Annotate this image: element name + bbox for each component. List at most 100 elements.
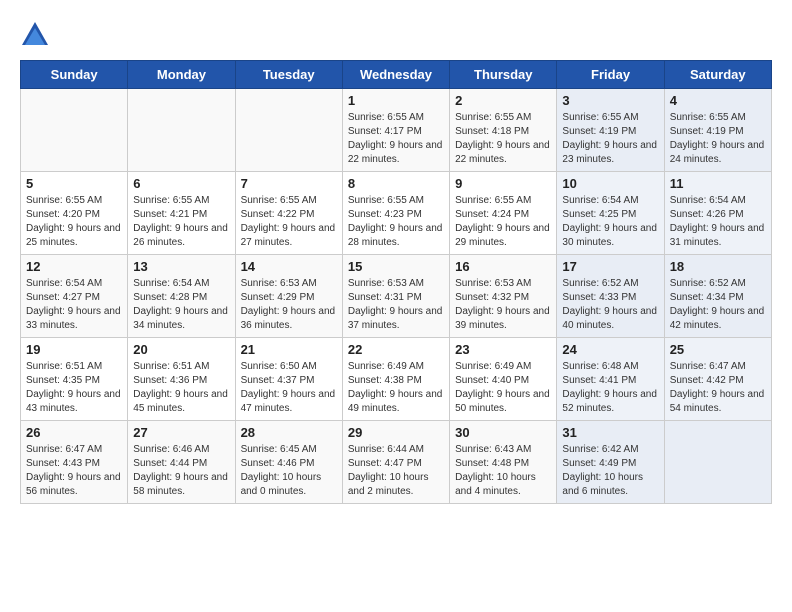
day-info: Sunrise: 6:49 AM Sunset: 4:38 PM Dayligh…	[348, 360, 444, 416]
calendar-cell: 17 Sunrise: 6:52 AM Sunset: 4:33 PM Dayli…	[557, 255, 664, 338]
day-number: 18	[670, 259, 766, 274]
calendar-table: SundayMondayTuesdayWednesdayThursdayFrid…	[20, 60, 772, 504]
day-info: Sunrise: 6:53 AM Sunset: 4:32 PM Dayligh…	[455, 277, 551, 333]
day-info: Sunrise: 6:50 AM Sunset: 4:37 PM Dayligh…	[241, 360, 337, 416]
day-info: Sunrise: 6:55 AM Sunset: 4:23 PM Dayligh…	[348, 194, 444, 250]
calendar-cell: 20 Sunrise: 6:51 AM Sunset: 4:36 PM Dayli…	[128, 338, 235, 421]
calendar-cell: 24 Sunrise: 6:48 AM Sunset: 4:41 PM Dayli…	[557, 338, 664, 421]
calendar-week-row: 19Sunrise: 6:51 AM Sunset: 4:35 PM Dayli…	[21, 338, 772, 421]
day-info: Sunrise: 6:46 AM Sunset: 4:44 PM Dayligh…	[133, 443, 229, 499]
day-info: Sunrise: 6:54 AM Sunset: 4:28 PM Dayligh…	[133, 277, 229, 333]
day-number: 14	[241, 259, 337, 274]
calendar-cell	[21, 89, 128, 172]
day-number: 20	[133, 342, 229, 357]
day-info: Sunrise: 6:44 AM Sunset: 4:47 PM Dayligh…	[348, 443, 444, 499]
day-number: 25	[670, 342, 766, 357]
day-number: 5	[26, 176, 122, 191]
weekday-header-row: SundayMondayTuesdayWednesdayThursdayFrid…	[21, 61, 772, 89]
day-number: 11	[670, 176, 766, 191]
day-number: 15	[348, 259, 444, 274]
day-number: 31	[562, 425, 658, 440]
calendar-cell: 25 Sunrise: 6:47 AM Sunset: 4:42 PM Dayli…	[664, 338, 771, 421]
calendar-cell: 22 Sunrise: 6:49 AM Sunset: 4:38 PM Dayli…	[342, 338, 449, 421]
weekday-header-wednesday: Wednesday	[342, 61, 449, 89]
calendar-cell: 11 Sunrise: 6:54 AM Sunset: 4:26 PM Dayli…	[664, 172, 771, 255]
calendar-cell: 29 Sunrise: 6:44 AM Sunset: 4:47 PM Dayli…	[342, 421, 449, 504]
calendar-cell: 7 Sunrise: 6:55 AM Sunset: 4:22 PM Daylig…	[235, 172, 342, 255]
day-number: 8	[348, 176, 444, 191]
calendar-cell: 9 Sunrise: 6:55 AM Sunset: 4:24 PM Daylig…	[450, 172, 557, 255]
calendar-cell: 6 Sunrise: 6:55 AM Sunset: 4:21 PM Daylig…	[128, 172, 235, 255]
calendar-cell: 27 Sunrise: 6:46 AM Sunset: 4:44 PM Dayli…	[128, 421, 235, 504]
logo	[20, 20, 54, 50]
day-number: 26	[26, 425, 122, 440]
weekday-header-friday: Friday	[557, 61, 664, 89]
calendar-cell: 30 Sunrise: 6:43 AM Sunset: 4:48 PM Dayli…	[450, 421, 557, 504]
day-info: Sunrise: 6:55 AM Sunset: 4:17 PM Dayligh…	[348, 111, 444, 167]
calendar-cell	[128, 89, 235, 172]
calendar-cell: 21 Sunrise: 6:50 AM Sunset: 4:37 PM Dayli…	[235, 338, 342, 421]
calendar-cell: 12 Sunrise: 6:54 AM Sunset: 4:27 PM Dayli…	[21, 255, 128, 338]
day-info: Sunrise: 6:53 AM Sunset: 4:29 PM Dayligh…	[241, 277, 337, 333]
day-info: Sunrise: 6:52 AM Sunset: 4:34 PM Dayligh…	[670, 277, 766, 333]
weekday-header-saturday: Saturday	[664, 61, 771, 89]
day-info: Sunrise: 6:54 AM Sunset: 4:25 PM Dayligh…	[562, 194, 658, 250]
calendar-cell: 3Sunrise: 6:55 AM Sunset: 4:19 PM Daylig…	[557, 89, 664, 172]
day-info: Sunrise: 6:55 AM Sunset: 4:18 PM Dayligh…	[455, 111, 551, 167]
day-info: Sunrise: 6:54 AM Sunset: 4:26 PM Dayligh…	[670, 194, 766, 250]
day-info: Sunrise: 6:55 AM Sunset: 4:24 PM Dayligh…	[455, 194, 551, 250]
day-info: Sunrise: 6:52 AM Sunset: 4:33 PM Dayligh…	[562, 277, 658, 333]
day-number: 27	[133, 425, 229, 440]
day-number: 29	[348, 425, 444, 440]
calendar-cell: 13 Sunrise: 6:54 AM Sunset: 4:28 PM Dayli…	[128, 255, 235, 338]
weekday-header-sunday: Sunday	[21, 61, 128, 89]
day-number: 21	[241, 342, 337, 357]
calendar-cell: 8 Sunrise: 6:55 AM Sunset: 4:23 PM Daylig…	[342, 172, 449, 255]
day-number: 22	[348, 342, 444, 357]
day-number: 19	[26, 342, 122, 357]
calendar-cell: 5 Sunrise: 6:55 AM Sunset: 4:20 PM Daylig…	[21, 172, 128, 255]
weekday-header-thursday: Thursday	[450, 61, 557, 89]
day-info: Sunrise: 6:47 AM Sunset: 4:43 PM Dayligh…	[26, 443, 122, 499]
calendar-cell: 1 Sunrise: 6:55 AM Sunset: 4:17 PM Daylig…	[342, 89, 449, 172]
day-info: Sunrise: 6:55 AM Sunset: 4:21 PM Dayligh…	[133, 194, 229, 250]
day-info: Sunrise: 6:55 AM Sunset: 4:22 PM Dayligh…	[241, 194, 337, 250]
day-info: Sunrise: 6:55 AM Sunset: 4:19 PM Dayligh…	[670, 111, 766, 167]
day-info: Sunrise: 6:49 AM Sunset: 4:40 PM Dayligh…	[455, 360, 551, 416]
day-info: Sunrise: 6:55 AM Sunset: 4:20 PM Dayligh…	[26, 194, 122, 250]
day-number: 17	[562, 259, 658, 274]
day-number: 7	[241, 176, 337, 191]
day-number: 24	[562, 342, 658, 357]
calendar-cell: 4 Sunrise: 6:55 AM Sunset: 4:19 PM Daylig…	[664, 89, 771, 172]
day-number: 23	[455, 342, 551, 357]
day-info: Sunrise: 6:47 AM Sunset: 4:42 PM Dayligh…	[670, 360, 766, 416]
calendar-cell: 16 Sunrise: 6:53 AM Sunset: 4:32 PM Dayli…	[450, 255, 557, 338]
day-number: 12	[26, 259, 122, 274]
day-info: Sunrise: 6:55 AM Sunset: 4:19 PM Dayligh…	[562, 111, 658, 167]
calendar-cell: 28 Sunrise: 6:45 AM Sunset: 4:46 PM Dayli…	[235, 421, 342, 504]
day-number: 13	[133, 259, 229, 274]
day-number: 16	[455, 259, 551, 274]
day-number: 1	[348, 93, 444, 108]
day-info: Sunrise: 6:48 AM Sunset: 4:41 PM Dayligh…	[562, 360, 658, 416]
logo-icon	[20, 20, 50, 50]
day-info: Sunrise: 6:43 AM Sunset: 4:48 PM Dayligh…	[455, 443, 551, 499]
calendar-week-row: 12 Sunrise: 6:54 AM Sunset: 4:27 PM Dayli…	[21, 255, 772, 338]
calendar-cell	[664, 421, 771, 504]
day-number: 4	[670, 93, 766, 108]
day-number: 2	[455, 93, 551, 108]
calendar-cell: 15Sunrise: 6:53 AM Sunset: 4:31 PM Dayli…	[342, 255, 449, 338]
weekday-header-monday: Monday	[128, 61, 235, 89]
day-number: 28	[241, 425, 337, 440]
calendar-cell: 26 Sunrise: 6:47 AM Sunset: 4:43 PM Dayli…	[21, 421, 128, 504]
day-number: 10	[562, 176, 658, 191]
day-number: 9	[455, 176, 551, 191]
calendar-cell: 10 Sunrise: 6:54 AM Sunset: 4:25 PM Dayli…	[557, 172, 664, 255]
calendar-cell: 19Sunrise: 6:51 AM Sunset: 4:35 PM Dayli…	[21, 338, 128, 421]
day-number: 6	[133, 176, 229, 191]
day-number: 30	[455, 425, 551, 440]
day-info: Sunrise: 6:54 AM Sunset: 4:27 PM Dayligh…	[26, 277, 122, 333]
day-info: Sunrise: 6:51 AM Sunset: 4:36 PM Dayligh…	[133, 360, 229, 416]
calendar-week-row: 5 Sunrise: 6:55 AM Sunset: 4:20 PM Daylig…	[21, 172, 772, 255]
day-info: Sunrise: 6:45 AM Sunset: 4:46 PM Dayligh…	[241, 443, 337, 499]
